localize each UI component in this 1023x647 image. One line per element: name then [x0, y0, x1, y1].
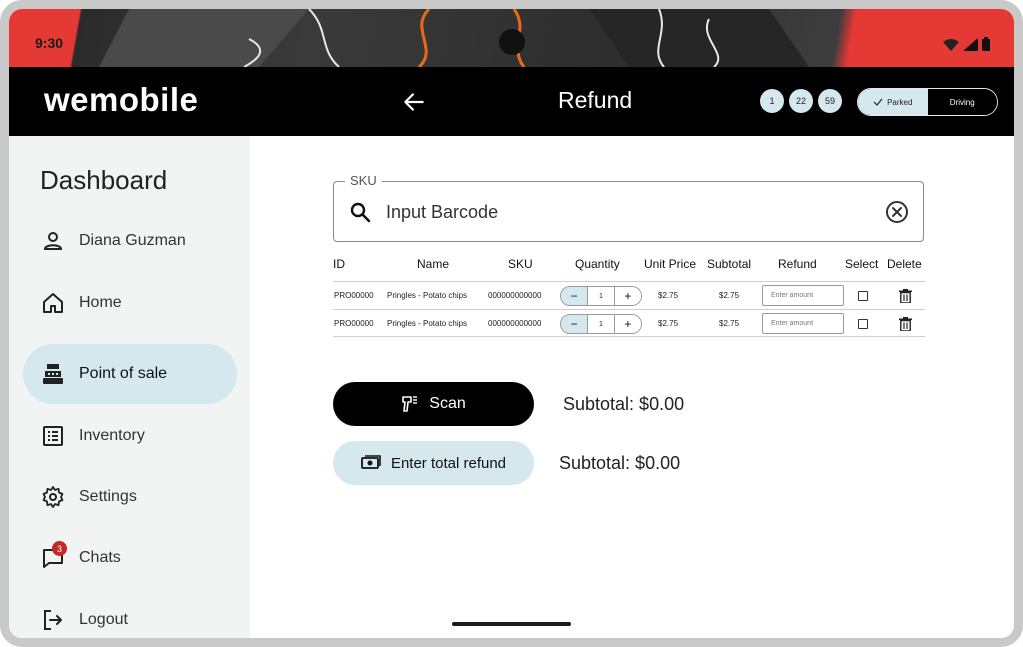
cell-name: Pringles - Potato chips	[387, 319, 468, 328]
screen: 9:30 wemobile Refund 1 22 59 Parked Driv…	[9, 9, 1014, 638]
status-bar: 9:30	[9, 9, 1014, 67]
quantity-stepper: − 1 +	[560, 286, 642, 306]
table-row: PRO00000 Pringles - Potato chips 0000000…	[333, 281, 925, 309]
sidebar-item-label: Inventory	[79, 427, 145, 444]
select-checkbox[interactable]	[858, 291, 868, 301]
sidebar-item-label: Diana Guzman	[79, 232, 186, 249]
cell-name: Pringles - Potato chips	[387, 291, 468, 300]
sku-field: SKU	[333, 173, 924, 242]
check-icon	[873, 98, 883, 106]
trash-icon[interactable]	[899, 317, 912, 331]
gear-icon	[42, 486, 64, 508]
wifi-icon	[943, 39, 959, 51]
chat-notification-badge: 3	[52, 541, 67, 556]
cell-subtotal: $2.75	[719, 319, 740, 328]
toggle-driving-label: Driving	[949, 97, 975, 107]
sidebar-item-label: Point of sale	[79, 365, 168, 382]
sidebar-item-label: Chats	[79, 549, 121, 566]
counter-badge[interactable]: 59	[818, 89, 842, 113]
refund-amount-input[interactable]	[762, 285, 844, 306]
counter-badge[interactable]: 22	[789, 89, 813, 113]
refund-subtotal: Subtotal: $0.00	[559, 453, 681, 473]
counter-badges: 1 22 59	[760, 89, 842, 113]
column-header-unit-price: Unit Price	[644, 257, 697, 271]
refund-amount-input[interactable]	[762, 313, 844, 334]
table-row: PRO00000 Pringles - Potato chips 0000000…	[333, 309, 925, 337]
app-logo: wemobile	[44, 81, 199, 118]
status-icons	[943, 37, 990, 51]
person-icon	[43, 232, 63, 250]
cell-sku: 000000000000	[488, 291, 542, 300]
sidebar-item-settings[interactable]: Settings	[23, 467, 237, 527]
select-checkbox[interactable]	[858, 319, 868, 329]
sidebar: Dashboard Diana Guzman Home Point of sal…	[9, 136, 250, 638]
decrement-button[interactable]: −	[561, 287, 589, 305]
home-icon	[43, 293, 63, 313]
search-icon	[350, 202, 371, 223]
sidebar-item-profile[interactable]: Diana Guzman	[23, 211, 237, 271]
toggle-driving[interactable]: Driving	[927, 89, 997, 115]
sidebar-item-point-of-sale[interactable]: Point of sale	[23, 344, 237, 404]
sidebar-item-inventory[interactable]: Inventory	[23, 406, 237, 466]
scan-button-label: Scan	[429, 395, 466, 412]
list-icon	[43, 426, 63, 446]
cell-subtotal: $2.75	[719, 291, 740, 300]
trash-icon[interactable]	[899, 289, 912, 303]
scan-subtotal: Subtotal: $0.00	[563, 394, 685, 414]
signal-icon	[963, 38, 978, 51]
enter-total-refund-label: Enter total refund	[390, 454, 507, 472]
back-arrow-icon[interactable]	[401, 89, 427, 115]
sidebar-item-label: Home	[79, 294, 122, 311]
barcode-input[interactable]	[386, 200, 866, 224]
column-header-delete: Delete	[887, 257, 922, 271]
cash-register-icon	[43, 364, 63, 384]
logout-icon	[44, 610, 62, 630]
sidebar-item-chats[interactable]: 3 Chats	[23, 528, 237, 588]
sidebar-title: Dashboard	[40, 165, 168, 195]
toggle-parked-label: Parked	[887, 97, 913, 107]
camera-cutout	[499, 29, 525, 55]
decrement-button[interactable]: −	[561, 315, 589, 333]
page-title: Refund	[558, 87, 633, 113]
enter-total-refund-button[interactable]: Enter total refund	[333, 441, 534, 485]
column-header-refund: Refund	[778, 257, 817, 271]
cell-sku: 000000000000	[488, 319, 542, 328]
increment-button[interactable]: +	[613, 287, 641, 305]
quantity-value: 1	[599, 292, 603, 300]
sidebar-item-label: Logout	[79, 611, 128, 628]
increment-button[interactable]: +	[613, 315, 641, 333]
money-icon	[361, 455, 381, 469]
column-header-quantity: Quantity	[575, 257, 620, 271]
toggle-parked[interactable]: Parked	[858, 89, 928, 115]
barcode-scanner-icon	[402, 396, 418, 412]
cell-id: PRO00000	[334, 291, 374, 300]
column-header-name: Name	[417, 257, 450, 271]
sidebar-item-logout[interactable]: Logout	[23, 590, 237, 638]
device-frame: 9:30 wemobile Refund 1 22 59 Parked Driv…	[0, 0, 1023, 647]
scan-button[interactable]: Scan	[333, 382, 534, 426]
cell-unit-price: $2.75	[658, 319, 679, 328]
sidebar-item-label: Settings	[79, 488, 137, 505]
sidebar-item-home[interactable]: Home	[23, 273, 237, 333]
app-header: wemobile Refund 1 22 59 Parked Driving	[9, 67, 1014, 136]
clear-icon[interactable]	[885, 200, 909, 224]
column-header-select: Select	[845, 257, 879, 271]
quantity-value: 1	[599, 320, 603, 328]
home-indicator[interactable]	[452, 622, 571, 626]
counter-badge[interactable]: 1	[760, 89, 784, 113]
status-time: 9:30	[35, 35, 64, 51]
battery-icon	[982, 37, 990, 51]
sku-label: SKU	[345, 173, 382, 188]
cell-id: PRO00000	[334, 319, 374, 328]
mode-toggle: Parked Driving	[857, 88, 998, 116]
column-header-id: ID	[333, 257, 345, 271]
cell-unit-price: $2.75	[658, 291, 679, 300]
column-header-sku: SKU	[508, 257, 533, 271]
column-header-subtotal: Subtotal	[707, 257, 752, 271]
quantity-stepper: − 1 +	[560, 314, 642, 334]
